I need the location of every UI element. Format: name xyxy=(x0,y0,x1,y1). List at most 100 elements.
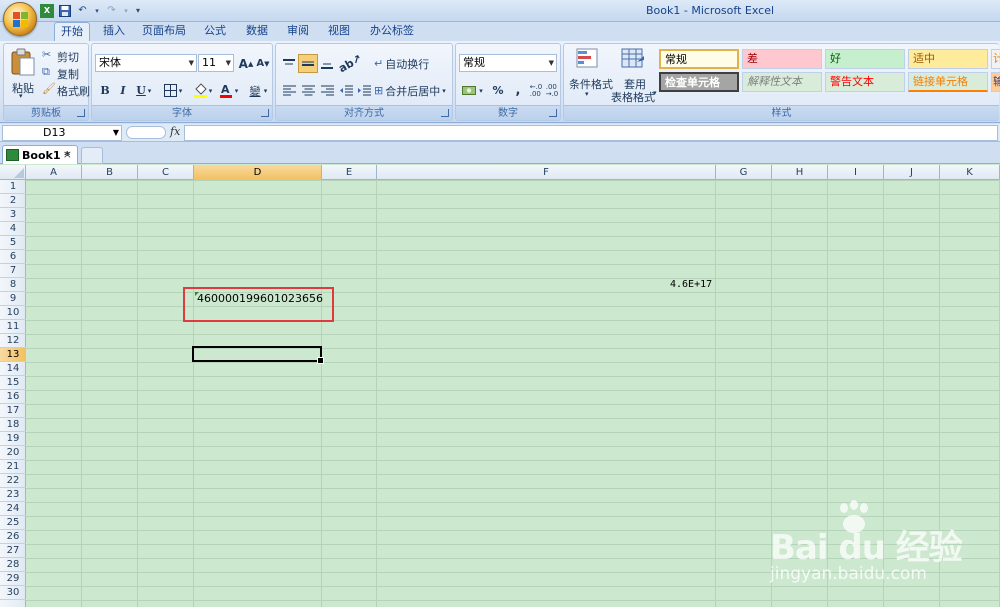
cut-button[interactable]: ✂ 剪切 xyxy=(42,48,88,64)
decrease-decimal-button[interactable]: .00 →.0 xyxy=(542,81,562,100)
row-header-9[interactable]: 9 xyxy=(0,292,26,306)
row-header-14[interactable]: 14 xyxy=(0,362,26,376)
column-header-g[interactable]: G xyxy=(716,165,772,180)
currency-button[interactable] xyxy=(459,81,479,100)
row-header-21[interactable]: 21 xyxy=(0,460,26,474)
row-header-27[interactable]: 27 xyxy=(0,544,26,558)
align-bottom-button[interactable] xyxy=(317,54,337,73)
name-box-dropdown-icon[interactable]: ▼ xyxy=(113,126,119,140)
comma-button[interactable]: , xyxy=(508,81,528,100)
wrap-text-button[interactable]: ↵ 自动换行 xyxy=(374,54,452,73)
close-icon[interactable]: × xyxy=(63,148,72,161)
row-header-17[interactable]: 17 xyxy=(0,404,26,418)
tab-view[interactable]: 视图 xyxy=(321,22,357,41)
clipboard-launcher-icon[interactable] xyxy=(77,109,85,117)
currency-dropdown-icon[interactable]: ▾ xyxy=(477,81,485,100)
tab-page-layout[interactable]: 页面布局 xyxy=(138,22,190,41)
expand-handle-icon[interactable] xyxy=(126,126,166,139)
align-middle-button[interactable] xyxy=(298,54,318,73)
row-header-13[interactable]: 13 xyxy=(0,348,26,362)
row-header-6[interactable]: 6 xyxy=(0,250,26,264)
row-header-26[interactable]: 26 xyxy=(0,530,26,544)
row-header-8[interactable]: 8 xyxy=(0,278,26,292)
shrink-font-button[interactable]: A ▼ xyxy=(253,54,273,73)
row-header-5[interactable]: 5 xyxy=(0,236,26,250)
name-box[interactable]: D13 ▼ xyxy=(2,125,122,141)
row-header-25[interactable]: 25 xyxy=(0,516,26,530)
row-header-3[interactable]: 3 xyxy=(0,208,26,222)
column-header-c[interactable]: C xyxy=(138,165,194,180)
cell-f8[interactable]: 4.6E+17 xyxy=(670,279,712,290)
decrease-indent-button[interactable] xyxy=(336,81,356,100)
style-good[interactable]: 好 xyxy=(825,49,905,69)
merge-center-button[interactable]: ⊞ 合并后居中 ▾ xyxy=(374,81,452,100)
column-header-h[interactable]: H xyxy=(772,165,828,180)
align-left-button[interactable] xyxy=(279,81,299,100)
number-launcher-icon[interactable] xyxy=(549,109,557,117)
style-linked-cell[interactable]: 链接单元格 xyxy=(908,72,988,92)
number-format-combo[interactable]: 常规 ▼ xyxy=(459,54,557,72)
column-header-a[interactable]: A xyxy=(26,165,82,180)
increase-indent-button[interactable] xyxy=(354,81,374,100)
style-explanatory[interactable]: 解释性文本 xyxy=(742,72,822,92)
row-header-19[interactable]: 19 xyxy=(0,432,26,446)
style-normal[interactable]: 常规 xyxy=(659,49,739,69)
copy-button[interactable]: ⧉ 复制 xyxy=(42,65,88,81)
tab-home[interactable]: 开始 xyxy=(54,22,90,41)
office-button[interactable] xyxy=(3,2,37,36)
align-center-button[interactable] xyxy=(298,81,318,100)
select-all-button[interactable] xyxy=(0,165,26,180)
tab-review[interactable]: 审阅 xyxy=(280,22,316,41)
row-header-20[interactable]: 20 xyxy=(0,446,26,460)
style-check-cell[interactable]: 检查单元格 xyxy=(659,72,739,92)
tab-insert[interactable]: 插入 xyxy=(96,22,132,41)
orientation-button[interactable]: ab↗ xyxy=(336,52,364,76)
active-cell-d13[interactable] xyxy=(192,346,324,364)
style-neutral[interactable]: 适中 xyxy=(908,49,988,69)
row-header-2[interactable]: 2 xyxy=(0,194,26,208)
column-header-d[interactable]: D xyxy=(194,165,322,180)
style-warning[interactable]: 警告文本 xyxy=(825,72,905,92)
column-header-e[interactable]: E xyxy=(322,165,377,180)
formula-input[interactable] xyxy=(184,125,998,141)
font-name-combo[interactable]: 宋体 ▼ xyxy=(95,54,197,72)
row-header-18[interactable]: 18 xyxy=(0,418,26,432)
row-header-12[interactable]: 12 xyxy=(0,334,26,348)
conditional-format-button[interactable]: 条件格式 ▾ xyxy=(567,46,613,104)
row-header-1[interactable]: 1 xyxy=(0,180,26,194)
column-header-i[interactable]: I xyxy=(828,165,884,180)
italic-button[interactable]: I xyxy=(113,81,133,100)
format-painter-button[interactable]: 🖌 格式刷 xyxy=(42,82,90,98)
row-header-7[interactable]: 7 xyxy=(0,264,26,278)
style-input[interactable]: 输 xyxy=(991,72,1000,92)
column-header-j[interactable]: J xyxy=(884,165,940,180)
fill-color-dropdown-icon[interactable]: ▾ xyxy=(206,81,215,100)
row-header-11[interactable]: 11 xyxy=(0,320,26,334)
column-header-k[interactable]: K xyxy=(940,165,1000,180)
row-header-16[interactable]: 16 xyxy=(0,390,26,404)
font-launcher-icon[interactable] xyxy=(261,109,269,117)
underline-dropdown-icon[interactable]: ▾ xyxy=(145,81,154,100)
font-color-dropdown-icon[interactable]: ▾ xyxy=(232,81,241,100)
row-header-28[interactable]: 28 xyxy=(0,558,26,572)
tab-formulas[interactable]: 公式 xyxy=(197,22,233,41)
row-header-24[interactable]: 24 xyxy=(0,502,26,516)
phonetic-dropdown-icon[interactable]: ▾ xyxy=(261,81,270,100)
row-header-22[interactable]: 22 xyxy=(0,474,26,488)
column-header-f[interactable]: F xyxy=(377,165,716,180)
format-as-table-button[interactable]: 套用 表格格式 ▾ xyxy=(610,46,657,104)
align-right-button[interactable] xyxy=(317,81,337,100)
row-header-23[interactable]: 23 xyxy=(0,488,26,502)
row-header-10[interactable]: 10 xyxy=(0,306,26,320)
row-header-30[interactable]: 30 xyxy=(0,586,26,600)
style-bad[interactable]: 差 xyxy=(742,49,822,69)
font-size-combo[interactable]: 11 ▼ xyxy=(198,54,234,72)
row-header-4[interactable]: 4 xyxy=(0,222,26,236)
style-calculation[interactable]: 计 xyxy=(991,49,1000,69)
new-tab-button[interactable] xyxy=(81,147,103,164)
percent-button[interactable]: % xyxy=(488,81,508,100)
column-header-b[interactable]: B xyxy=(82,165,138,180)
workbook-tab-book1[interactable]: Book1 * × xyxy=(2,145,78,164)
bold-button[interactable]: B xyxy=(95,81,115,100)
borders-dropdown-icon[interactable]: ▾ xyxy=(176,81,185,100)
